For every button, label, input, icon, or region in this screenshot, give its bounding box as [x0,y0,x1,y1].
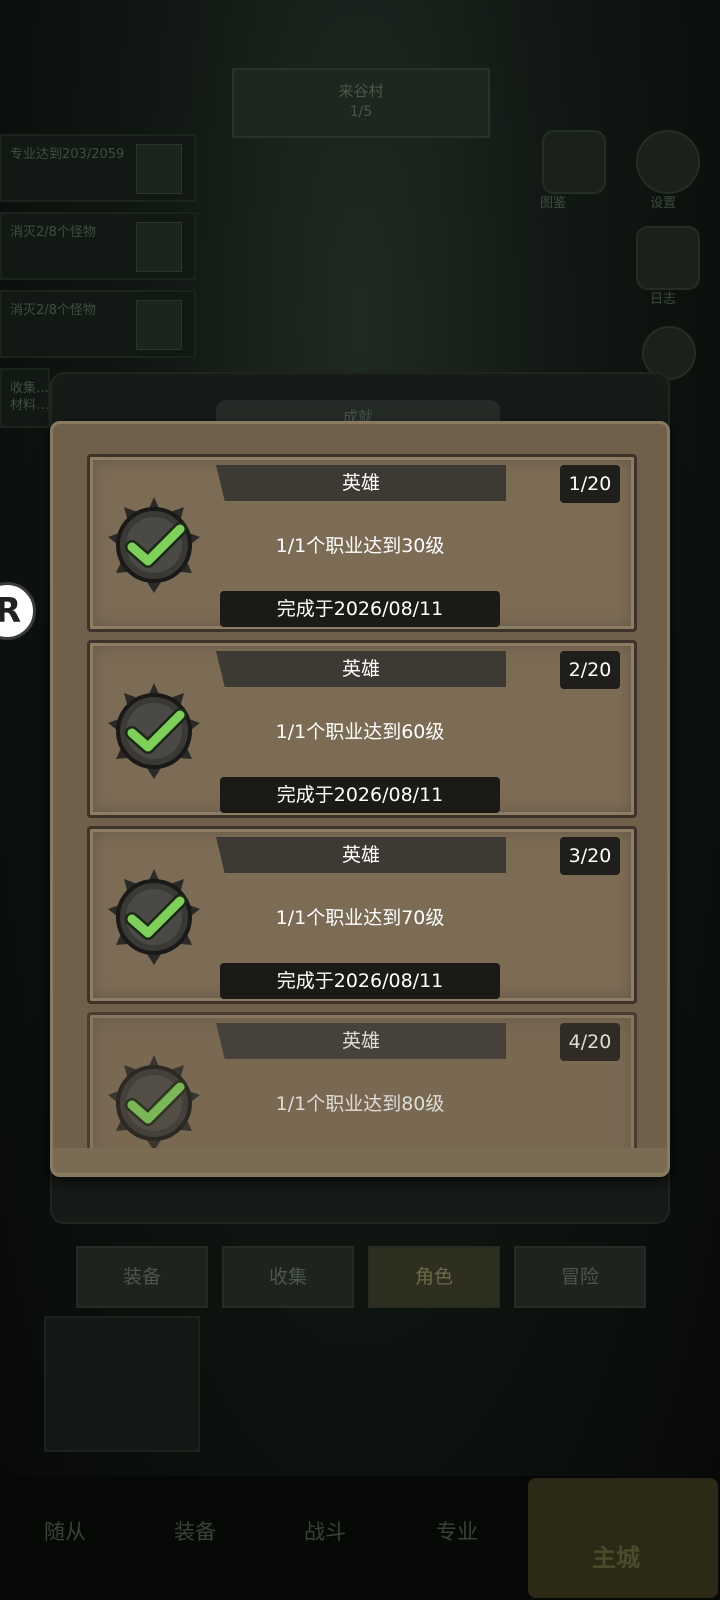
scroll-icon[interactable] [636,226,700,290]
side-label-scroll: 日志 [650,292,677,307]
side-label-book: 图鉴 [540,196,567,211]
modal-bottom-edge [50,1148,670,1176]
nav-profession[interactable]: 专业 [436,1516,478,1546]
achievement-modal: 英雄 1/20 1/1个职业达到30级 完成于2026/08/11 英雄 2/2… [50,421,670,1177]
completion-date: 完成于2026/08/11 [220,591,500,627]
quest-item[interactable]: 专业达到203/2059 [0,134,196,202]
quest-item[interactable]: 消灭2/8个怪物 [0,212,196,280]
region-name: 来谷村 [338,82,384,100]
quest-reward-icon [136,300,182,350]
region-banner[interactable]: 来谷村 1/5 [232,68,490,138]
quest-text: 消灭2/8个怪物 [10,303,96,318]
quest-text: 收集…材料… [10,381,50,413]
gear-icon[interactable] [636,130,700,194]
quest-item[interactable]: 消灭2/8个怪物 [0,290,196,358]
completion-date: 完成于2026/08/11 [220,777,500,813]
check-badge-icon [108,869,200,965]
check-badge-icon [108,1055,200,1151]
quest-reward-icon [136,222,182,272]
achievement-description: 1/1个职业达到80级 [275,1093,445,1115]
tab-character[interactable]: 角色 [368,1246,500,1308]
achievement-card: 英雄 4/20 1/1个职业达到80级 [87,1012,637,1170]
achievement-counter: 3/20 [560,837,620,875]
hero-portrait[interactable] [44,1316,200,1452]
completion-date: 完成于2026/08/11 [220,963,500,999]
quest-text: 消灭2/8个怪物 [10,225,96,240]
achievement-counter: 1/20 [560,465,620,503]
quest-text: 专业达到203/2059 [10,147,125,162]
achievement-title: 英雄 [341,658,380,680]
tab-equipment[interactable]: 装备 [76,1246,208,1308]
nav-home[interactable]: 主城 [528,1478,718,1598]
achievement-card: 英雄 3/20 1/1个职业达到70级 完成于2026/08/11 [87,826,637,1004]
tab-collection[interactable]: 收集 [222,1246,354,1308]
nav-battle[interactable]: 战斗 [304,1516,346,1546]
achievement-description: 1/1个职业达到60级 [275,721,445,743]
nav-home-label: 主城 [592,1544,640,1572]
achievement-list[interactable]: 英雄 1/20 1/1个职业达到30级 完成于2026/08/11 英雄 2/2… [87,454,637,1170]
achievement-counter: 4/20 [560,1023,620,1061]
achievement-title: 英雄 [341,1030,380,1052]
nav-equipment[interactable]: 装备 [174,1516,216,1546]
achievement-counter: 2/20 [560,651,620,689]
achievement-card: 英雄 2/20 1/1个职业达到60级 完成于2026/08/11 [87,640,637,818]
achievement-description: 1/1个职业达到30级 [275,535,445,557]
quest-reward-icon [136,144,182,194]
quest-item[interactable]: 收集…材料… [0,368,50,428]
achievement-card: 英雄 1/20 1/1个职业达到30级 完成于2026/08/11 [87,454,637,632]
side-label-gear: 设置 [650,196,677,211]
nav-followers[interactable]: 随从 [44,1516,86,1546]
region-progress: 1/5 [349,104,373,120]
book-icon[interactable] [542,130,606,194]
tab-adventure[interactable]: 冒险 [514,1246,646,1308]
achievement-description: 1/1个职业达到70级 [275,907,445,929]
check-badge-icon [108,497,200,593]
check-badge-icon [108,683,200,779]
achievement-title: 英雄 [341,472,380,494]
achievement-title: 英雄 [341,844,380,866]
